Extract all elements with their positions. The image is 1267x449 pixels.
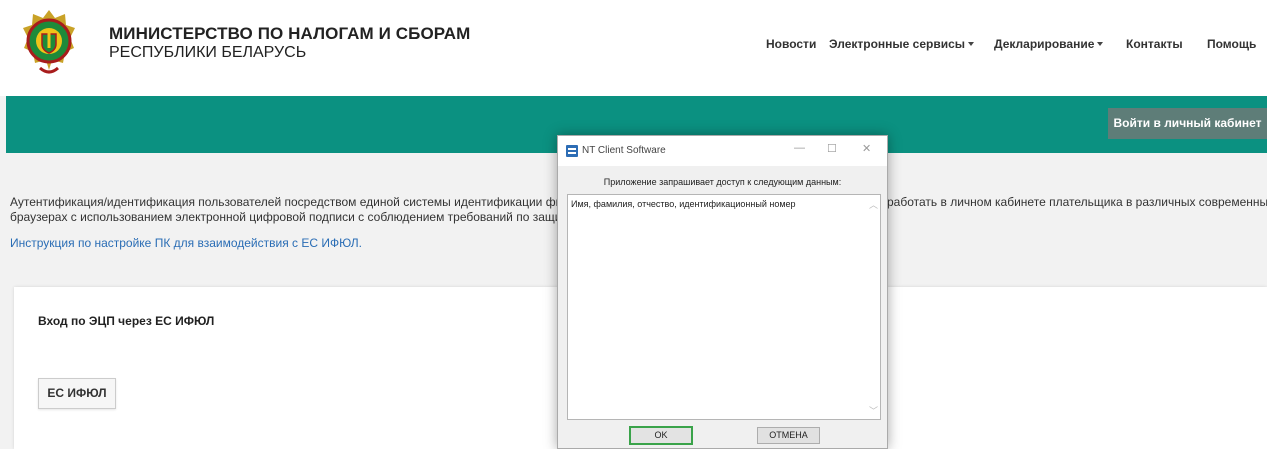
- cancel-button[interactable]: ОТМЕНА: [757, 427, 820, 444]
- ministry-emblem-logo[interactable]: [22, 8, 76, 78]
- minimize-icon[interactable]: —: [794, 142, 805, 154]
- ministry-subtitle: РЕСПУБЛИКИ БЕЛАРУСЬ: [109, 44, 307, 61]
- nav-eservices-label: Электронные сервисы: [829, 37, 966, 51]
- nav-declaring-label: Декларирование: [994, 37, 1095, 51]
- ministry-title: МИНИСТЕРСТВО ПО НАЛОГАМ И СБОРАМ: [109, 24, 471, 43]
- requested-data-text: Имя, фамилия, отчество, идентификационны…: [571, 199, 796, 209]
- es-ifyul-button[interactable]: ЕС ИФЮЛ: [38, 378, 116, 409]
- personal-cabinet-login-button[interactable]: Войти в личный кабинет: [1108, 108, 1267, 139]
- scroll-up-icon[interactable]: ︿: [869, 198, 878, 211]
- maximize-icon: ☐: [827, 143, 837, 155]
- ok-button[interactable]: OK: [629, 426, 693, 445]
- chevron-down-icon: [1097, 42, 1104, 46]
- nav-news[interactable]: Новости: [766, 37, 816, 51]
- instruction-link[interactable]: Инструкция по настройке ПК для взаимодей…: [10, 236, 362, 250]
- nav-eservices[interactable]: Электронные сервисы: [829, 37, 975, 51]
- chevron-down-icon: [968, 42, 975, 46]
- site-header: МИНИСТЕРСТВО ПО НАЛОГАМ И СБОРАМ РЕСПУБЛ…: [0, 0, 1267, 96]
- close-icon[interactable]: ✕: [862, 142, 871, 155]
- description-line-1: Аутентификация/идентификация пользовател…: [10, 195, 568, 209]
- scroll-down-icon[interactable]: ﹀: [869, 404, 878, 417]
- dialog-titlebar[interactable]: NT Client Software — ☐ ✕: [558, 136, 887, 166]
- description-text-right: работать в личном кабинете плательщика в…: [887, 195, 1267, 209]
- dialog-prompt: Приложение запрашивает доступ к следующи…: [603, 177, 842, 187]
- nav-help[interactable]: Помощь: [1207, 37, 1256, 51]
- nav-declaring[interactable]: Декларирование: [994, 37, 1104, 51]
- description-text: Аутентификация/идентификация пользовател…: [10, 195, 568, 225]
- nav-contacts[interactable]: Контакты: [1126, 37, 1183, 51]
- requested-data-textarea[interactable]: Имя, фамилия, отчество, идентификационны…: [567, 194, 881, 420]
- dialog-title: NT Client Software: [582, 145, 666, 156]
- description-line-2: браузерах с использованием электронной ц…: [10, 210, 567, 224]
- app-icon: [566, 145, 578, 157]
- login-card-title: Вход по ЭЦП через ЕС ИФЮЛ: [38, 314, 215, 328]
- nt-client-dialog: NT Client Software — ☐ ✕ Приложение запр…: [557, 135, 888, 449]
